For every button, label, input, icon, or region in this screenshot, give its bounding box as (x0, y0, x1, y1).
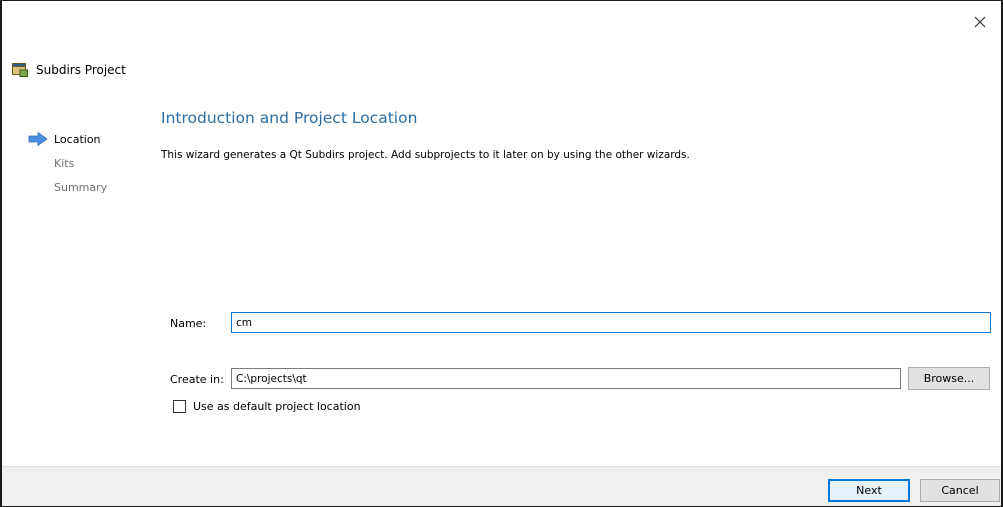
wizard-steps: Location Kits Summary (28, 127, 107, 199)
page-title: Introduction and Project Location (161, 109, 418, 127)
name-input[interactable]: cm (231, 312, 991, 333)
step-label: Summary (54, 180, 108, 194)
default-location-row: Use as default project location (173, 400, 361, 413)
window-title-text: Subdirs Project (36, 63, 126, 77)
create-in-input[interactable]: C:\projects\qt (231, 368, 901, 389)
next-button[interactable]: Next (828, 479, 910, 502)
cancel-button[interactable]: Cancel (920, 479, 1000, 502)
page-description: This wizard generates a Qt Subdirs proje… (161, 149, 690, 161)
wizard-window: Subdirs Project Location Kits Summary In… (0, 0, 1003, 507)
default-location-label: Use as default project location (193, 400, 361, 413)
name-label: Name: (170, 317, 207, 330)
window-title: Subdirs Project (12, 63, 126, 77)
close-icon (974, 16, 986, 28)
browse-button[interactable]: Browse... (908, 367, 990, 390)
project-icon (12, 63, 28, 77)
step-label: Location (54, 132, 101, 146)
step-location: Location (28, 127, 107, 151)
arrow-right-icon (28, 131, 48, 147)
close-button[interactable] (967, 9, 993, 35)
step-label: Kits (54, 156, 75, 170)
default-location-checkbox[interactable] (173, 400, 186, 413)
step-summary: Summary (28, 175, 107, 199)
step-kits: Kits (28, 151, 107, 175)
wizard-footer: Next Cancel (2, 466, 1001, 506)
create-in-label: Create in: (170, 373, 224, 386)
